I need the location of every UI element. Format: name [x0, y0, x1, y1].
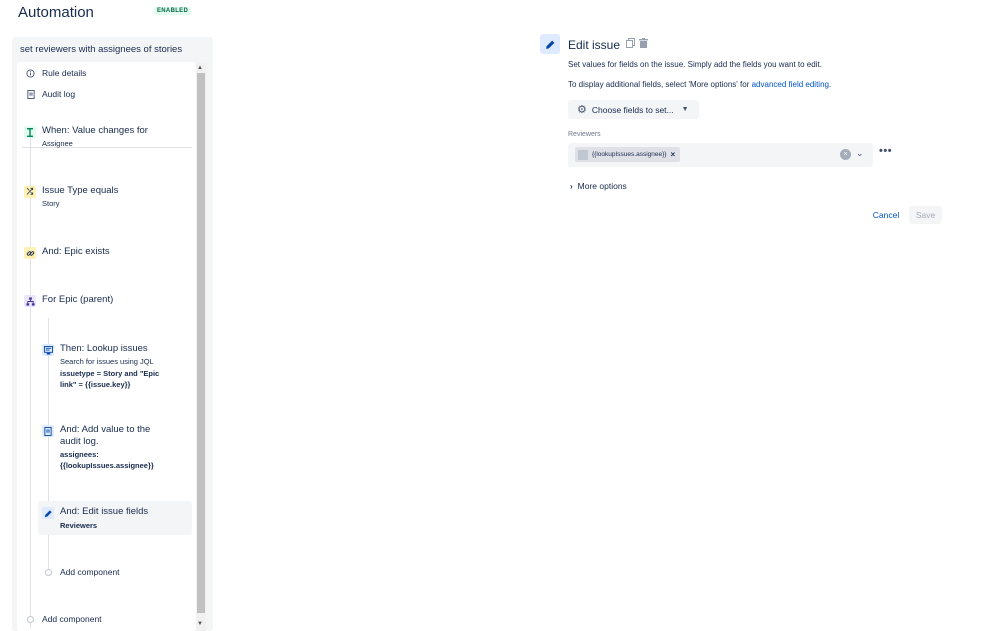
copy-icon[interactable] — [625, 37, 635, 49]
header: Automation ENABLED — [0, 0, 998, 30]
link-icon — [24, 247, 36, 259]
rule-name[interactable]: set reviewers with assignees of stories — [20, 44, 182, 55]
more-actions-icon[interactable]: ••• — [879, 145, 892, 157]
audit-log-label: Audit log — [42, 89, 76, 99]
chevron-down-icon[interactable]: ⌄ — [856, 148, 864, 159]
status-badge: ENABLED — [154, 7, 192, 15]
epic-exists-step[interactable]: And: Epic exists — [24, 246, 184, 263]
trigger-step[interactable]: When: Value changes for Assignee — [24, 125, 184, 154]
lookup-icon — [42, 344, 54, 356]
edit-issue-icon — [540, 34, 560, 54]
more-options-label: More options — [577, 181, 627, 191]
condition-title: Issue Type equals — [42, 185, 119, 196]
add-component-inner[interactable]: Add component — [60, 567, 120, 577]
lookup-jql-line1: issuetype = Story and "Epic — [60, 369, 160, 378]
shuffle-icon: ⤮ — [24, 186, 36, 198]
more-options-toggle[interactable]: › More options — [570, 181, 627, 191]
document-icon — [26, 89, 35, 99]
info-icon — [26, 68, 35, 78]
lookup-subtitle: Search for issues using JQL — [60, 357, 154, 366]
edit-issue-step[interactable]: And: Edit issue fields Reviewers — [42, 506, 187, 533]
avatar — [578, 149, 588, 160]
reviewer-chip-label: {{lookupIssues.assignee}} — [592, 151, 667, 158]
branch-title: For Epic (parent) — [42, 294, 114, 305]
editor-description: Set values for fields on the issue. Simp… — [568, 60, 822, 69]
audit-value-line1: assignees: — [60, 450, 99, 459]
rule-details-link[interactable]: Rule details — [26, 68, 86, 78]
editor-hint: To display additional fields, select 'Mo… — [568, 80, 831, 89]
pencil-icon — [42, 507, 54, 519]
gear-icon: ⚙ — [577, 104, 587, 116]
edit-step-title: And: Edit issue fields — [60, 506, 149, 517]
editor-actions — [625, 37, 648, 49]
scrollbar-thumb[interactable] — [197, 73, 205, 613]
trash-icon[interactable] — [638, 37, 648, 49]
trigger-subtitle: Assignee — [42, 139, 73, 148]
add-component-outer[interactable]: Add component — [42, 614, 102, 624]
editor-title: Edit issue — [568, 38, 621, 52]
condition-step[interactable]: ⤮ Issue Type equals Story — [24, 185, 184, 214]
reviewers-field[interactable]: {{lookupIssues.assignee}} × × ⌄ — [568, 143, 873, 167]
remove-chip-icon[interactable]: × — [670, 150, 675, 159]
lookup-title: Then: Lookup issues — [60, 343, 148, 354]
page-title: Automation — [18, 4, 94, 21]
editor-hint-prefix: To display additional fields, select 'Mo… — [568, 80, 752, 89]
reviewer-chip: {{lookupIssues.assignee}} × — [575, 147, 681, 162]
rule-list-scrollbar[interactable]: ▲ ▼ — [196, 63, 206, 631]
trigger-icon — [24, 126, 36, 138]
edit-step-subtitle: Reviewers — [60, 521, 98, 530]
hierarchy-icon — [24, 295, 36, 307]
editor-hint-suffix: . — [828, 80, 832, 89]
choose-fields-label: Choose fields to set... — [591, 104, 674, 115]
document-icon — [42, 425, 54, 437]
add-component-dot-inner — [45, 569, 52, 576]
lookup-issues-step[interactable]: Then: Lookup issues Search for issues us… — [42, 343, 187, 394]
reviewers-field-label: Reviewers — [568, 131, 601, 138]
chevron-down-icon: ▼ — [681, 106, 689, 113]
save-button[interactable]: Save — [909, 206, 942, 224]
audit-value-line2: {{lookupIssues.assignee}} — [60, 461, 154, 470]
condition-subtitle: Story — [42, 199, 60, 208]
audit-log-step[interactable]: And: Add value to the audit log. assigne… — [42, 424, 187, 475]
rule-details-label: Rule details — [42, 68, 87, 78]
add-component-dot-outer — [27, 616, 34, 623]
scroll-up-arrow-icon[interactable]: ▲ — [197, 65, 203, 71]
cancel-button[interactable]: Cancel — [867, 206, 905, 224]
chevron-right-icon: › — [570, 181, 573, 191]
audit-log-link[interactable]: Audit log — [26, 89, 75, 99]
choose-fields-button[interactable]: ⚙ Choose fields to set... ▼ — [568, 100, 699, 119]
lookup-jql-line2: link" = {{issue.key}} — [60, 380, 131, 389]
branch-step[interactable]: For Epic (parent) — [24, 294, 184, 311]
audit-title-line2: audit log. — [60, 436, 99, 447]
trigger-title: When: Value changes for — [42, 125, 148, 136]
clear-icon[interactable]: × — [840, 149, 851, 160]
scroll-down-arrow-icon[interactable]: ▼ — [197, 621, 203, 627]
audit-title-line1: And: Add value to the — [60, 424, 151, 435]
epic-exists-title: And: Epic exists — [42, 246, 110, 257]
advanced-field-editing-link[interactable]: advanced field editing — [752, 80, 829, 89]
